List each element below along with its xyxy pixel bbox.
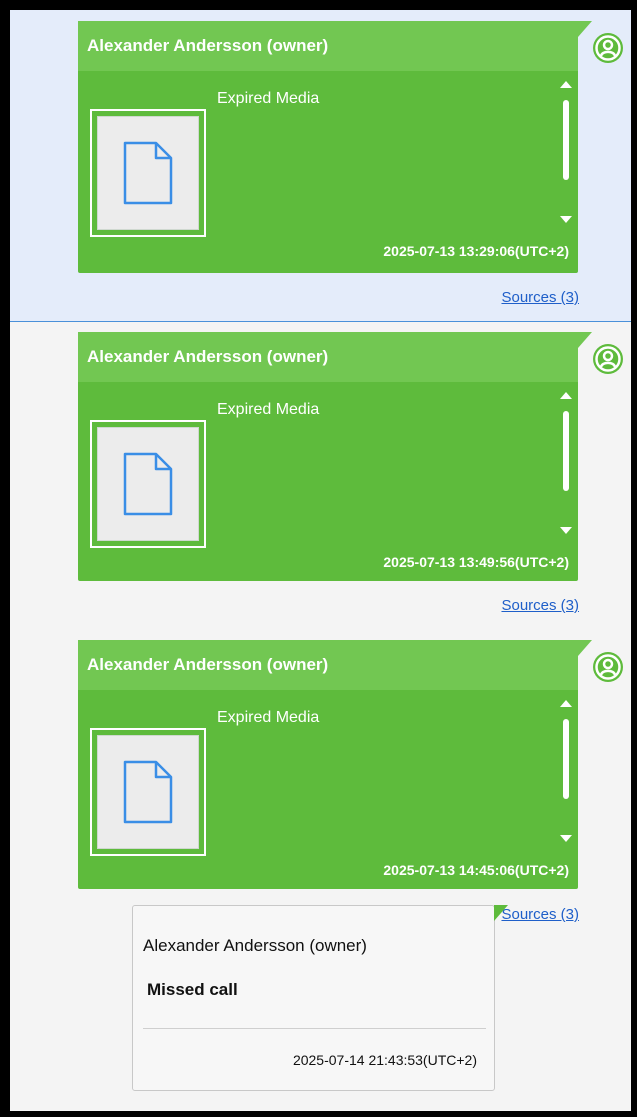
divider (143, 1028, 486, 1029)
chat-panel: Alexander Andersson (owner) Expired Medi… (10, 10, 631, 1111)
scroll-thumb[interactable] (563, 411, 569, 491)
bubble-tail (578, 332, 592, 348)
scroll-up-icon[interactable] (560, 81, 572, 88)
message-bubble[interactable]: Alexander Andersson (owner) Expired Medi… (78, 640, 592, 892)
sources-link[interactable]: Sources (3) (501, 906, 579, 923)
call-status: Missed call (147, 980, 238, 999)
message-timestamp: 2025-07-13 13:49:56(UTC+2) (383, 554, 569, 570)
message-bubble[interactable]: Alexander Andersson (owner) Expired Medi… (78, 332, 592, 584)
message-body: Expired Media 2025-07-13 14:45:06(UTC+2) (78, 690, 578, 892)
scroll-up-icon[interactable] (560, 700, 572, 707)
media-scrollbar[interactable] (560, 81, 572, 223)
call-sender-name: Alexander Andersson (owner) (143, 936, 367, 955)
media-thumbnail[interactable] (90, 109, 206, 237)
file-icon (123, 760, 173, 824)
message-body: Expired Media 2025-07-13 13:49:56(UTC+2) (78, 382, 578, 584)
sender-name: Alexander Andersson (owner) (78, 332, 578, 382)
media-thumbnail[interactable] (90, 420, 206, 548)
sender-name: Alexander Andersson (owner) (78, 640, 578, 690)
scroll-down-icon[interactable] (560, 527, 572, 534)
call-bubble[interactable]: Alexander Andersson (owner) Missed call … (132, 905, 508, 1091)
media-scrollbar[interactable] (560, 700, 572, 842)
message-row[interactable]: Alexander Andersson (owner) Expired Medi… (10, 10, 631, 322)
media-label: Expired Media (217, 709, 320, 726)
media-label: Expired Media (217, 90, 320, 107)
sources-link[interactable]: Sources (3) (501, 289, 579, 306)
user-avatar-icon (593, 652, 623, 682)
bubble-tail (494, 905, 508, 921)
call-timestamp: 2025-07-14 21:43:53(UTC+2) (292, 1052, 477, 1068)
message-bubble[interactable]: Alexander Andersson (owner) Expired Medi… (78, 21, 592, 273)
message-row[interactable]: Alexander Andersson (owner) Expired Medi… (10, 322, 631, 627)
media-thumbnail[interactable] (90, 728, 206, 856)
sender-name: Alexander Andersson (owner) (78, 21, 578, 71)
user-avatar-icon (593, 344, 623, 374)
bubble-tail (578, 21, 592, 37)
message-timestamp: 2025-07-13 14:45:06(UTC+2) (383, 862, 569, 878)
message-row[interactable]: Alexander Andersson (owner) Expired Medi… (10, 627, 631, 923)
user-avatar-icon (593, 33, 623, 63)
scroll-thumb[interactable] (563, 719, 569, 799)
message-timestamp: 2025-07-13 13:29:06(UTC+2) (383, 243, 569, 259)
file-icon (123, 452, 173, 516)
scroll-down-icon[interactable] (560, 216, 572, 223)
scroll-thumb[interactable] (563, 100, 569, 180)
message-body: Expired Media 2025-07-13 13:29:06(UTC+2) (78, 71, 578, 273)
file-icon (123, 141, 173, 205)
media-label: Expired Media (217, 401, 320, 418)
scroll-down-icon[interactable] (560, 835, 572, 842)
sources-link[interactable]: Sources (3) (501, 597, 579, 614)
media-scrollbar[interactable] (560, 392, 572, 534)
bubble-tail (578, 640, 592, 656)
scroll-up-icon[interactable] (560, 392, 572, 399)
